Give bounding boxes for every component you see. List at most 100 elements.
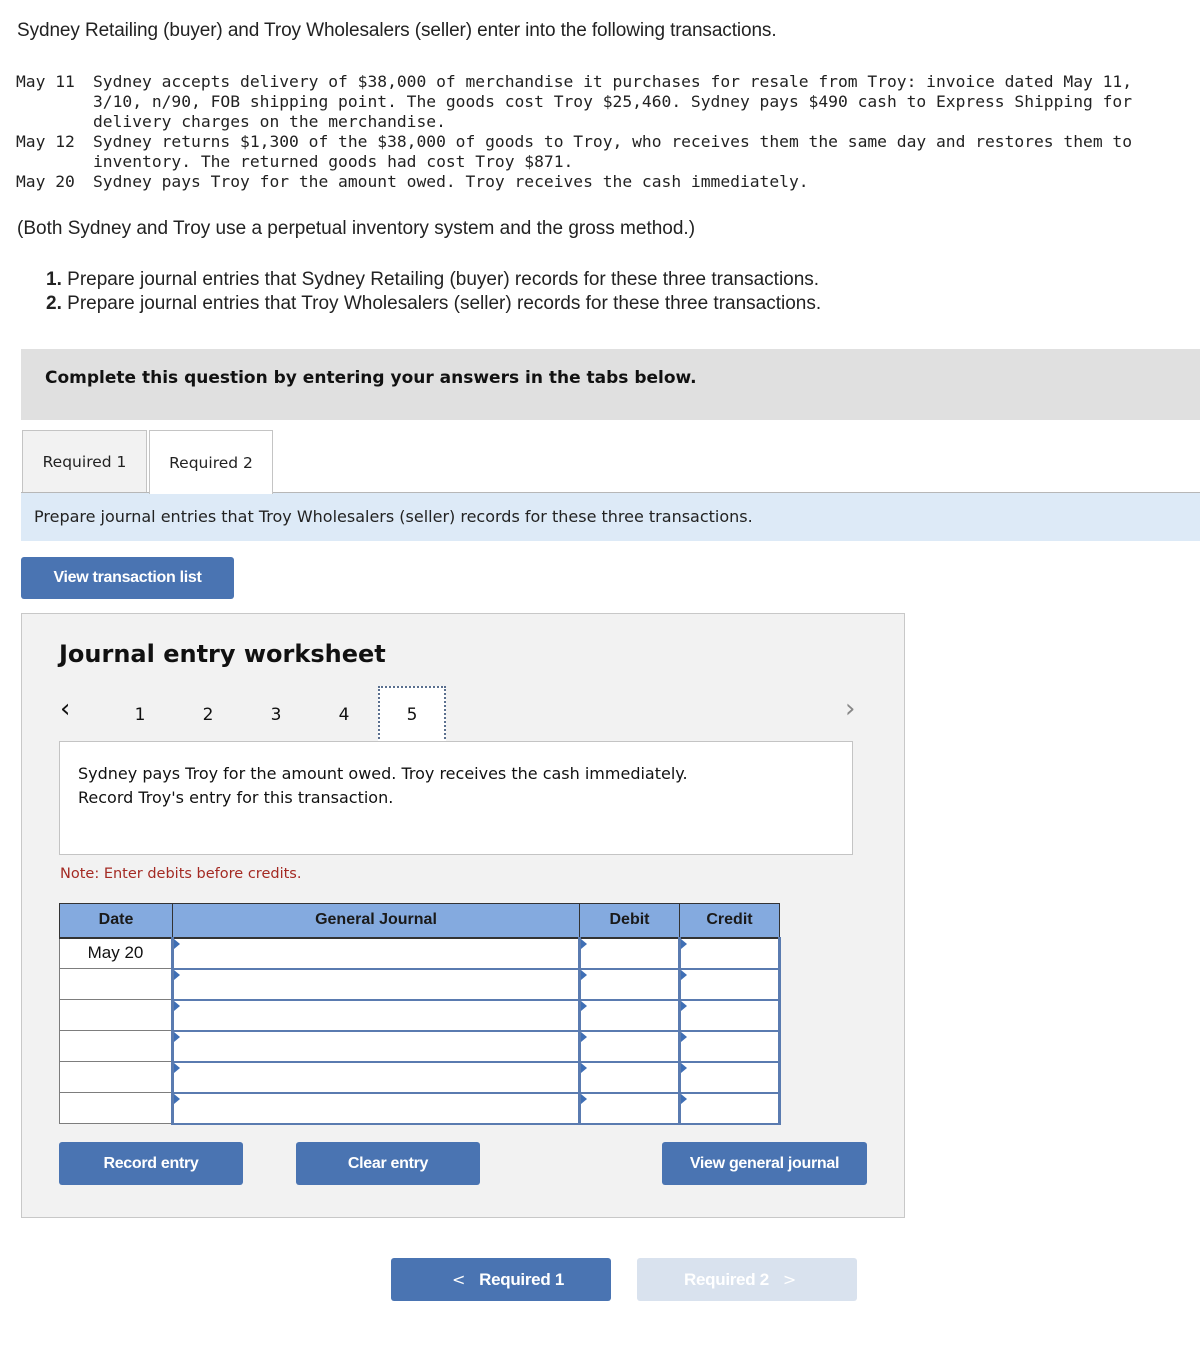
worksheet-description: Sydney pays Troy for the amount owed. Tr… [78,764,688,807]
journal-row [59,1060,781,1094]
journal-header-row: Date General Journal Debit Credit [59,903,780,939]
next-required-button[interactable]: Required 2 > [637,1258,857,1301]
transaction-date: May 11 [16,72,75,91]
journal-table: Date General Journal Debit Credit May 20 [59,903,781,1125]
credit-cell [678,1029,781,1063]
clear-entry-button[interactable]: Clear entry [296,1142,480,1185]
journal-row [59,967,781,1001]
debit-credit-note: Note: Enter debits before credits. [60,866,302,882]
journal-entry-worksheet: Journal entry worksheet ‹ 1 2 3 4 5 › Sy… [21,613,905,1218]
chevron-right-icon: > [782,1270,796,1289]
column-header-credit: Credit [679,903,780,939]
account-cell [171,936,581,970]
account-cell [171,1091,581,1125]
transaction-description: Sydney accepts delivery of $38,000 of me… [93,72,1133,131]
worksheet-title: Journal entry worksheet [59,640,386,668]
next-required-label: Required 2 [684,1269,769,1289]
debit-cell [578,967,681,1001]
credit-cell [678,1091,781,1125]
account-input[interactable] [174,1093,578,1123]
journal-row: May 20 [59,936,781,970]
transaction-item: May 12 Sydney returns $1,300 of the $38,… [16,132,1200,172]
page-1[interactable]: 1 [106,686,174,743]
transaction-date: May 12 [16,132,75,151]
view-transaction-list-button[interactable]: View transaction list [21,557,234,599]
account-input[interactable] [174,938,578,968]
debit-cell [578,998,681,1032]
tab-instruction-text: Prepare journal entries that Troy Wholes… [34,507,753,526]
debit-cell [578,1091,681,1125]
requirement-item: 1. Prepare journal entries that Sydney R… [46,268,821,292]
column-header-date: Date [59,903,173,939]
requirement-text: Prepare journal entries that Sydney Reta… [67,269,820,290]
debit-input[interactable] [581,1000,678,1030]
worksheet-pager: ‹ 1 2 3 4 5 › [22,686,906,746]
previous-required-button[interactable]: < Required 1 [391,1258,611,1301]
requirement-item: 2. Prepare journal entries that Troy Who… [46,292,821,316]
debit-input[interactable] [581,1031,678,1061]
requirement-number: 2. [46,293,62,314]
date-cell [59,968,173,1000]
credit-cell [678,1060,781,1094]
debit-input[interactable] [581,1062,678,1092]
chevron-left-icon[interactable]: ‹ [60,694,70,724]
debit-input[interactable] [581,1093,678,1123]
credit-input[interactable] [681,1062,778,1092]
journal-row [59,1091,781,1125]
credit-cell [678,967,781,1001]
credit-input[interactable] [681,969,778,999]
credit-input[interactable] [681,1000,778,1030]
date-cell [59,999,173,1031]
transaction-description: Sydney pays Troy for the amount owed. Tr… [93,172,809,191]
account-input[interactable] [174,969,578,999]
record-entry-button[interactable]: Record entry [59,1142,243,1185]
date-cell: May 20 [59,937,173,969]
account-cell [171,998,581,1032]
previous-required-label: Required 1 [479,1269,564,1289]
account-cell [171,1029,581,1063]
debit-input[interactable] [581,969,678,999]
account-cell [171,967,581,1001]
intro-text: Sydney Retailing (buyer) and Troy Wholes… [17,20,777,41]
credit-cell [678,998,781,1032]
requirement-text: Prepare journal entries that Troy Wholes… [67,293,822,314]
credit-input[interactable] [681,1093,778,1123]
date-cell [59,1092,173,1124]
account-cell [171,1060,581,1094]
credit-cell [678,936,781,970]
tab-required-2[interactable]: Required 2 [149,430,273,494]
transaction-description-box: Sydney pays Troy for the amount owed. Tr… [59,741,853,855]
credit-input[interactable] [681,1031,778,1061]
tab-instruction-bar: Prepare journal entries that Troy Wholes… [21,492,1200,541]
tab-required-1[interactable]: Required 1 [22,430,147,493]
instructions-banner: Complete this question by entering your … [21,349,1200,420]
journal-row [59,998,781,1032]
debit-cell [578,936,681,970]
page-5[interactable]: 5 [378,686,446,743]
page-3[interactable]: 3 [242,686,310,743]
column-header-debit: Debit [579,903,680,939]
chevron-right-icon[interactable]: › [845,694,855,724]
transaction-list: May 11 Sydney accepts delivery of $38,00… [16,72,1200,192]
transaction-date: May 20 [16,172,75,191]
credit-input[interactable] [681,938,778,968]
account-input[interactable] [174,1062,578,1092]
page-2[interactable]: 2 [174,686,242,743]
chevron-left-icon: < [452,1270,466,1289]
account-input[interactable] [174,1000,578,1030]
journal-row [59,1029,781,1063]
transaction-description: Sydney returns $1,300 of the $38,000 of … [93,132,1133,171]
debit-cell [578,1029,681,1063]
requirement-number: 1. [46,269,62,290]
debit-cell [578,1060,681,1094]
view-general-journal-button[interactable]: View general journal [662,1142,867,1185]
requirements-list: 1. Prepare journal entries that Sydney R… [46,268,821,316]
debit-input[interactable] [581,938,678,968]
transaction-item: May 20 Sydney pays Troy for the amount o… [16,172,1200,192]
banner-text: Complete this question by entering your … [45,368,697,388]
transaction-item: May 11 Sydney accepts delivery of $38,00… [16,72,1200,132]
method-note: (Both Sydney and Troy use a perpetual in… [17,218,696,239]
account-input[interactable] [174,1031,578,1061]
page-4[interactable]: 4 [310,686,378,743]
date-cell [59,1030,173,1062]
